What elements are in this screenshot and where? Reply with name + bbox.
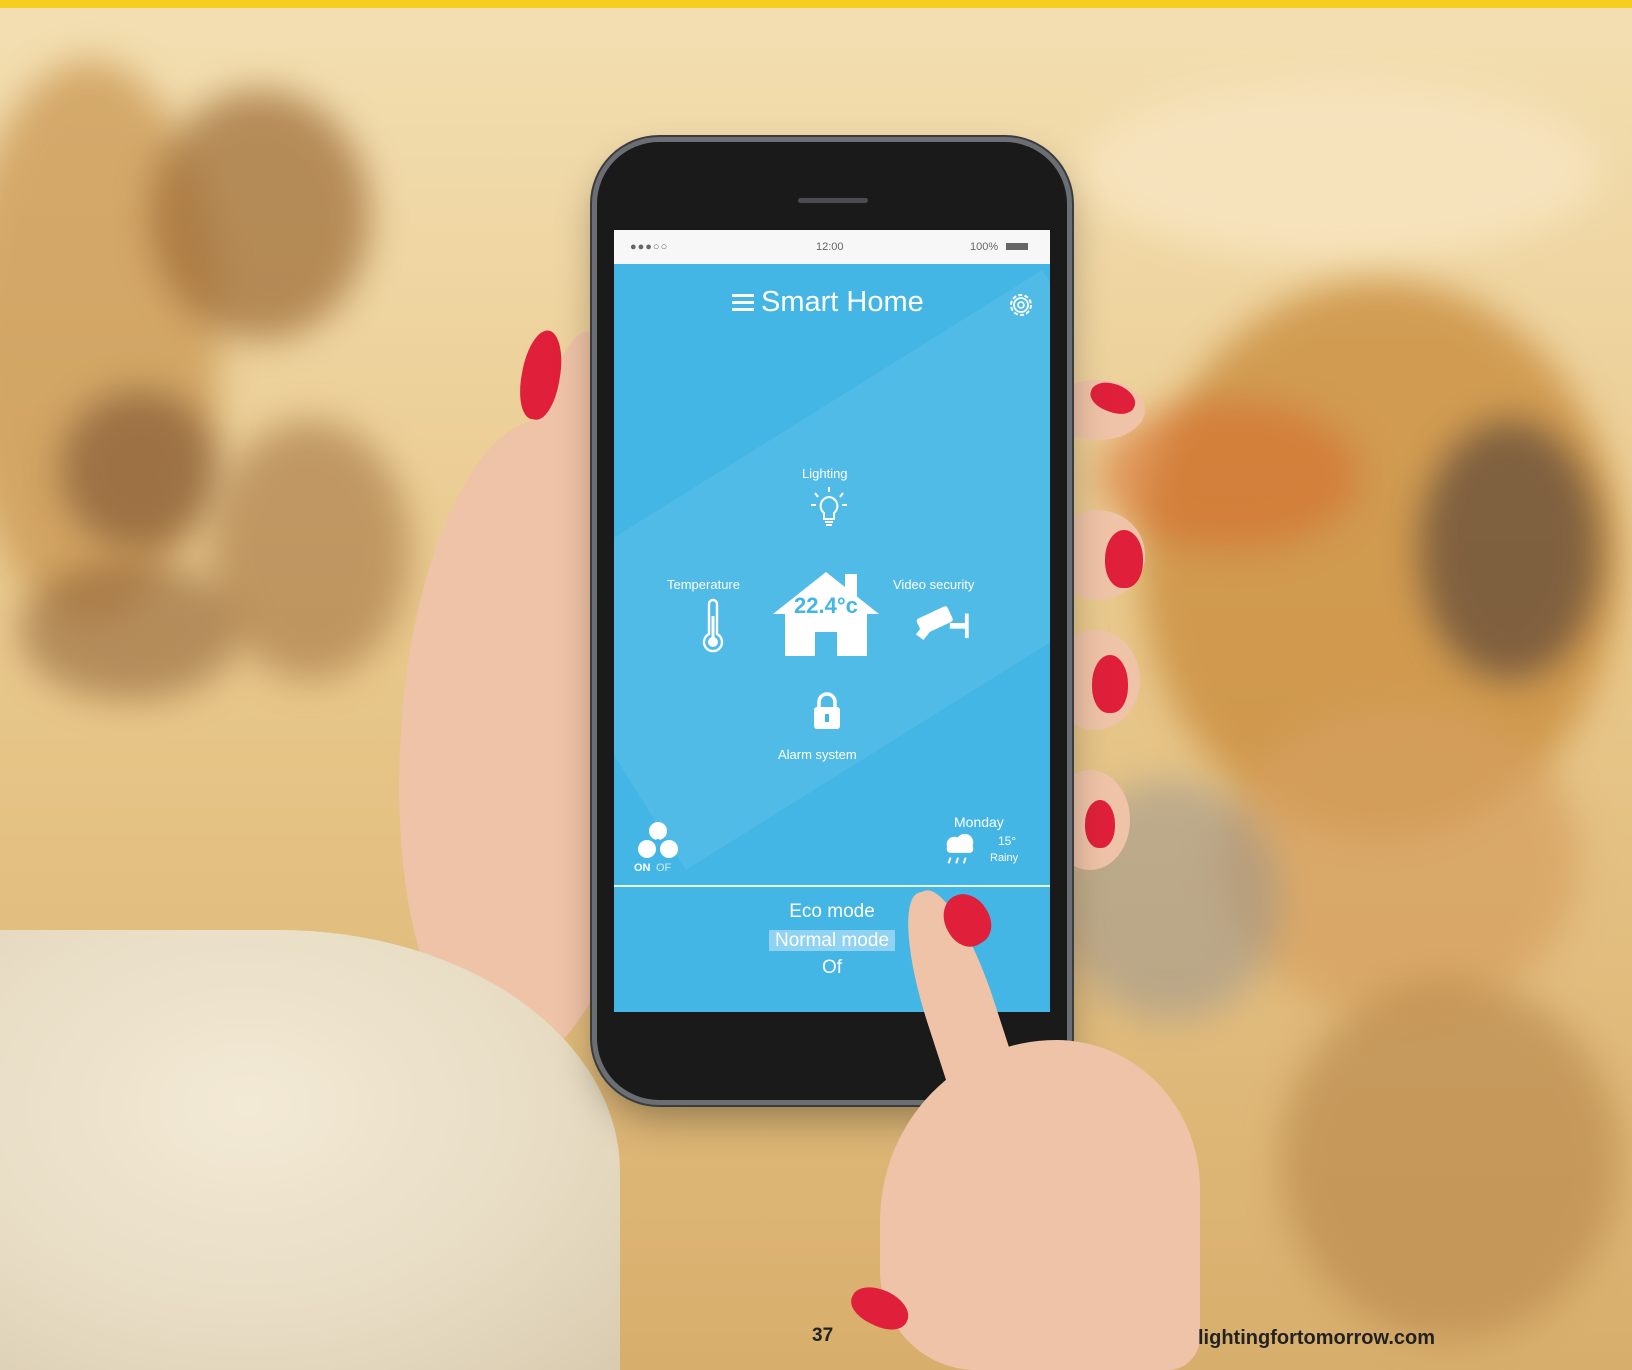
battery-percent: 100% [970, 241, 999, 253]
finger-nail-4 [1085, 800, 1115, 848]
lock-icon[interactable] [811, 690, 843, 730]
accent-top-bar [0, 0, 1632, 8]
website-url[interactable]: lightingfortomorrow.com [1198, 1327, 1435, 1350]
weather-temp: 15° [998, 834, 1017, 848]
fan-icon[interactable] [636, 820, 680, 860]
signal-indicator: ●●●○○ [630, 241, 669, 253]
temperature-label: Temperature [667, 577, 740, 592]
page-number: 37 [812, 1325, 834, 1346]
thermometer-icon[interactable] [698, 598, 728, 654]
phone-screen[interactable]: ●●●○○ 12:00 100% Smart Home Lighting Tem… [614, 230, 1050, 1012]
house-temperature: 22.4°c [794, 593, 858, 618]
security-camera-icon[interactable] [914, 602, 980, 644]
menu-icon[interactable] [732, 294, 754, 315]
video-security-label: Video security [893, 577, 975, 592]
gear-icon[interactable] [1006, 290, 1036, 320]
fan-on-label[interactable]: ON [634, 862, 651, 874]
finger-nail-3 [1092, 655, 1128, 713]
status-bar: ●●●○○ 12:00 100% [614, 230, 1050, 264]
status-time: 12:00 [816, 241, 844, 253]
lightbulb-icon[interactable] [809, 485, 849, 535]
mode-normal-label: Normal mode [768, 930, 896, 951]
battery-icon [1006, 243, 1028, 250]
finger-nail-2 [1105, 530, 1143, 588]
lighting-label: Lighting [802, 466, 848, 481]
weather-day: Monday [954, 814, 1004, 830]
mode-divider [614, 885, 1050, 887]
smartphone: ●●●○○ 12:00 100% Smart Home Lighting Tem… [597, 142, 1067, 1100]
earpiece-speaker [798, 198, 868, 203]
app-header: Smart Home [614, 264, 1050, 340]
fan-off-label[interactable]: OF [656, 862, 671, 874]
app-title: Smart Home [761, 286, 924, 318]
alarm-system-label: Alarm system [778, 747, 857, 762]
weather-condition: Rainy [990, 852, 1019, 864]
rain-cloud-icon [946, 833, 974, 864]
